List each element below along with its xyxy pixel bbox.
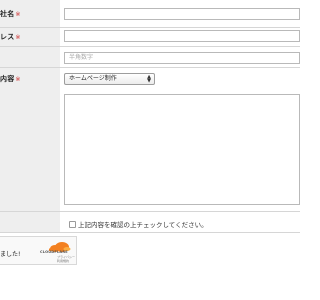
required-mark: ※ [15, 11, 21, 18]
company-row: 社名※ [0, 0, 300, 27]
address-row: レス※ [0, 28, 300, 46]
phone-row: 半角数字 [0, 47, 300, 67]
cloudflare-turnstile-widget[interactable]: ました! CLOUDFLARE プライバシー 利用規約 [0, 236, 77, 265]
required-mark: ※ [15, 34, 21, 41]
required-mark: ※ [15, 76, 21, 83]
company-label: 社名※ [0, 10, 21, 18]
confirm-checkbox[interactable] [69, 221, 76, 228]
address-input[interactable] [64, 30, 300, 42]
message-textarea[interactable] [64, 94, 300, 205]
phone-input[interactable]: 半角数字 [64, 52, 300, 64]
cloudflare-brand: CLOUDFLARE [40, 250, 68, 254]
row-divider [0, 232, 300, 233]
company-label-cell: 社名※ [0, 0, 60, 27]
updown-arrows-icon: ▲ ▼ [147, 74, 151, 84]
inquiry-type-value: ホームページ制作 [69, 75, 117, 82]
captcha-links: プライバシー 利用規約 [57, 255, 75, 264]
terms-link[interactable]: 利用規約 [57, 259, 75, 264]
address-label: レス※ [0, 33, 21, 41]
confirm-checkbox-label: 上記内容を確認の上チェックしてください。 [78, 221, 208, 229]
company-input[interactable] [64, 8, 300, 20]
inquiry-label: 内容※ [0, 75, 21, 83]
captcha-status-text: ました! [0, 251, 21, 258]
inquiry-type-select[interactable]: ホームページ制作 ▲ ▼ [64, 73, 155, 85]
